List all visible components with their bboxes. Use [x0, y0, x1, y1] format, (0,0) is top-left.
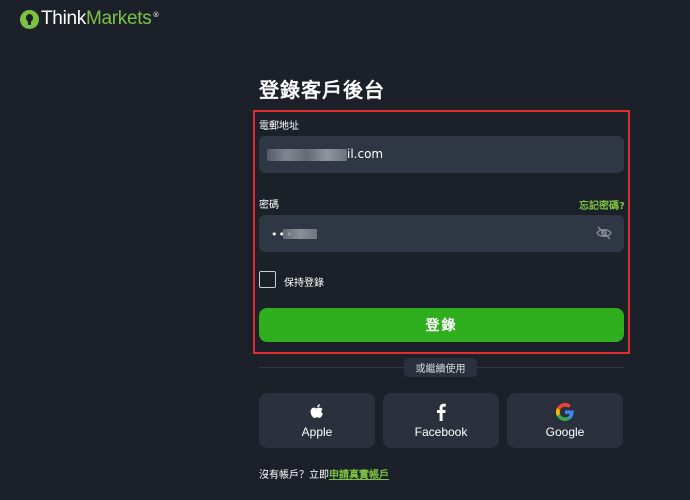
password-field[interactable]: •••	[259, 215, 624, 252]
apple-login-button[interactable]: Apple	[259, 393, 375, 448]
facebook-login-button[interactable]: Facebook	[383, 393, 499, 448]
email-value: il.com	[347, 147, 384, 161]
remember-me-checkbox[interactable]	[259, 271, 276, 288]
signup-prompt: 沒有帳戶？立即申請真實帳戶	[259, 466, 389, 481]
divider-line-left	[259, 367, 404, 368]
forgot-password-link[interactable]: 忘記密碼?	[579, 197, 625, 212]
signup-prompt-text: 沒有帳戶？立即	[259, 470, 329, 481]
logo-text-think: Think	[41, 8, 86, 29]
password-redacted-blur	[283, 229, 317, 239]
eye-slash-icon[interactable]	[596, 226, 612, 240]
google-label: Google	[545, 424, 585, 439]
logo-text-markets: Markets	[85, 8, 152, 29]
email-field[interactable]: il.com	[259, 136, 624, 173]
google-icon	[556, 402, 574, 421]
apple-icon	[308, 403, 326, 421]
continue-with-divider: 或繼續使用	[404, 358, 477, 377]
logo-bulb-icon	[20, 9, 39, 29]
facebook-label: Facebook	[414, 424, 468, 439]
facebook-icon	[432, 403, 450, 421]
login-button[interactable]: 登錄	[259, 308, 624, 342]
email-label: 電郵地址	[259, 121, 299, 132]
divider-line-right	[477, 367, 624, 368]
page-title: 登錄客戶後台	[259, 78, 385, 102]
remember-me-label: 保持登錄	[284, 278, 324, 289]
thinkmarkets-logo[interactable]: Think Markets ®	[20, 8, 159, 30]
apple-label: Apple	[301, 424, 333, 439]
email-redacted-blur	[267, 149, 347, 161]
google-login-button[interactable]: Google	[507, 393, 623, 448]
logo-registered-mark: ®	[152, 11, 160, 19]
signup-link[interactable]: 申請真實帳戶	[329, 470, 389, 481]
password-label: 密碼	[259, 200, 279, 211]
